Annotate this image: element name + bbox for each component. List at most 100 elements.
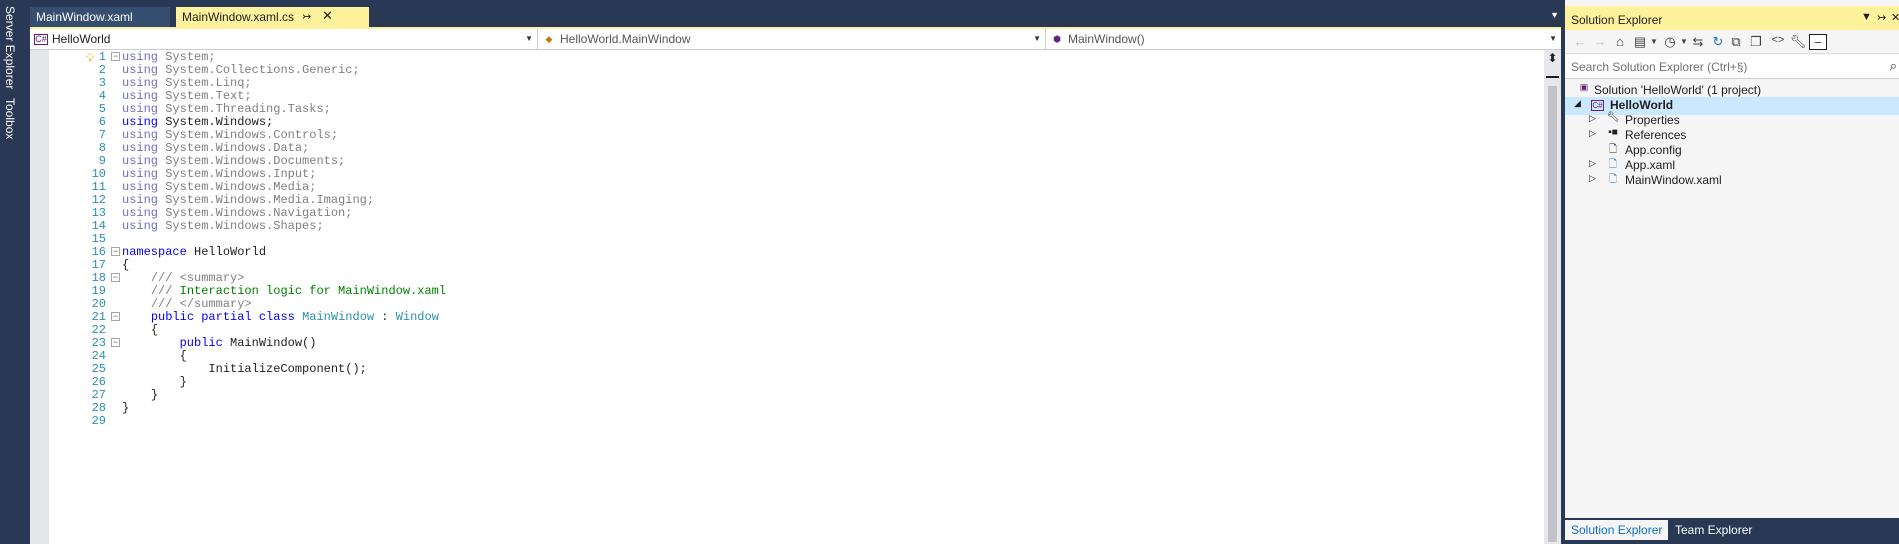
tree-item-label: App.config bbox=[1625, 143, 1682, 157]
solution-explorer-titlebar: Solution Explorer ▼ ↣ ✕ bbox=[1565, 6, 1899, 30]
csharp-project-icon: C# bbox=[34, 34, 48, 46]
line-number: 15 bbox=[91, 232, 106, 246]
tree-item-label: References bbox=[1625, 128, 1687, 142]
collapse-all-icon[interactable]: ⧉ bbox=[1727, 34, 1745, 50]
vertical-scrollbar[interactable]: ⬍ bbox=[1544, 50, 1561, 544]
tree-item-label: Properties bbox=[1625, 113, 1680, 127]
collapse-icon[interactable]: − bbox=[111, 247, 120, 256]
csharp-project-icon: C# bbox=[1591, 100, 1604, 111]
line-number: 13 bbox=[91, 206, 106, 220]
pin-icon[interactable]: ↣ bbox=[1877, 11, 1886, 24]
tab-label: MainWindow.xaml.cs bbox=[182, 10, 295, 24]
member-dropdown-value: MainWindow() bbox=[1068, 32, 1145, 46]
close-icon[interactable]: ✕ bbox=[1891, 11, 1899, 24]
back-icon[interactable]: ← bbox=[1571, 34, 1589, 50]
project-dropdown[interactable]: C# HelloWorld ▼ bbox=[30, 29, 538, 49]
refresh-icon[interactable]: ↻ bbox=[1709, 34, 1727, 50]
scrollbar-thumb[interactable] bbox=[1548, 86, 1557, 542]
tree-item-label: HelloWorld bbox=[1610, 98, 1674, 112]
collapsed-arrow-icon[interactable]: ▷ bbox=[1589, 113, 1599, 124]
references-icon: ▪■ bbox=[1608, 127, 1618, 138]
solution-icon: ▣ bbox=[1579, 82, 1589, 92]
navigation-bar: C# HelloWorld ▼ ◆ HelloWorld.MainWindow ▼ … bbox=[30, 29, 1561, 50]
member-dropdown[interactable]: ⬢ MainWindow() ▼ bbox=[1046, 29, 1561, 49]
tree-item-label: Solution 'HelloWorld' (1 project) bbox=[1594, 83, 1762, 97]
forward-icon[interactable]: → bbox=[1591, 34, 1609, 50]
view-code-icon[interactable]: <> bbox=[1769, 34, 1787, 50]
properties-wrench-icon[interactable]: 🔧︎ bbox=[1789, 34, 1807, 50]
line-number: 9 bbox=[98, 154, 106, 168]
line-number: 8 bbox=[98, 141, 106, 155]
solution-explorer-panel: Solution Explorer ▼ ↣ ✕ ← → ⌂ ▤ ▼ ◷ ▼ ⇆ … bbox=[1561, 0, 1899, 544]
tab-solution-explorer[interactable]: Solution Explorer bbox=[1565, 520, 1669, 540]
code-editor: MainWindow.xaml MainWindow.xaml.cs ↣ ✕ ▼… bbox=[30, 0, 1561, 544]
line-number: 20 bbox=[91, 297, 106, 311]
solution-explorer-search[interactable]: Search Solution Explorer (Ctrl+§) ⌕ bbox=[1565, 55, 1899, 79]
tab-label: MainWindow.xaml bbox=[36, 10, 133, 24]
line-number: 23 bbox=[91, 336, 106, 350]
server-explorer-tab[interactable]: Server Explorer bbox=[3, 6, 17, 89]
line-number: 10 bbox=[91, 167, 106, 181]
type-dropdown-value: HelloWorld.MainWindow bbox=[560, 32, 691, 46]
search-placeholder: Search Solution Explorer (Ctrl+§) bbox=[1571, 60, 1748, 74]
line-number: 2 bbox=[98, 63, 106, 77]
collapse-icon[interactable]: − bbox=[111, 312, 120, 321]
split-window-icon[interactable]: ⬍ bbox=[1546, 52, 1559, 65]
line-number: 12 bbox=[91, 193, 106, 207]
line-number: 18 bbox=[91, 271, 106, 285]
search-icon[interactable]: ⌕ bbox=[1890, 58, 1897, 74]
code-line: 29 bbox=[30, 414, 1530, 430]
line-number: 21 bbox=[91, 310, 106, 324]
project-dropdown-value: HelloWorld bbox=[52, 32, 111, 46]
line-number: 27 bbox=[91, 388, 106, 402]
line-number: 7 bbox=[98, 128, 106, 142]
class-icon: ◆ bbox=[545, 34, 553, 45]
xaml-file-icon: 🗋︎ bbox=[1608, 174, 1618, 185]
pin-icon[interactable]: ↣ bbox=[302, 10, 311, 23]
line-number: 28 bbox=[91, 401, 106, 415]
expanded-arrow-icon[interactable]: ◢ bbox=[1574, 98, 1584, 109]
close-icon[interactable]: ✕ bbox=[322, 8, 333, 24]
line-number: 24 bbox=[91, 349, 106, 363]
document-tab-bar: MainWindow.xaml MainWindow.xaml.cs ↣ ✕ ▼ bbox=[30, 0, 1561, 27]
line-number: 11 bbox=[91, 180, 106, 194]
home-icon[interactable]: ⌂ bbox=[1611, 34, 1629, 50]
method-icon: ⬢ bbox=[1053, 34, 1061, 45]
tab-overflow-dropdown-icon[interactable]: ▼ bbox=[1550, 10, 1559, 20]
chevron-down-icon: ▼ bbox=[1549, 34, 1557, 43]
collapsed-arrow-icon[interactable]: ▷ bbox=[1589, 173, 1599, 184]
chevron-down-icon: ▼ bbox=[1033, 34, 1041, 43]
line-number: 29 bbox=[91, 414, 106, 428]
line-number: 26 bbox=[91, 375, 106, 389]
sync-with-active-document-icon[interactable]: ⇆ bbox=[1689, 34, 1707, 50]
tab-team-explorer[interactable]: Team Explorer bbox=[1669, 520, 1758, 540]
line-number: 19 bbox=[91, 284, 106, 298]
collapsed-arrow-icon[interactable]: ▷ bbox=[1589, 128, 1599, 139]
solution-explorer-toolbar: ← → ⌂ ▤ ▼ ◷ ▼ ⇆ ↻ ⧉ ❐ <> 🔧︎ − bbox=[1565, 30, 1899, 54]
line-number: 5 bbox=[98, 102, 106, 116]
config-file-icon: 🗋︎ bbox=[1608, 144, 1618, 155]
line-number: 22 bbox=[91, 323, 106, 337]
tab-mainwindow-xaml-cs[interactable]: MainWindow.xaml.cs ↣ ✕ bbox=[176, 7, 369, 27]
toolbox-tab[interactable]: Toolbox bbox=[3, 98, 17, 139]
xaml-file-icon: 🗋︎ bbox=[1608, 159, 1618, 170]
caret-position-marker bbox=[1546, 76, 1559, 78]
tree-item-mainwindow-xaml[interactable]: ▷ 🗋︎ MainWindow.xaml bbox=[1565, 172, 1899, 190]
collapsed-arrow-icon[interactable]: ▷ bbox=[1589, 158, 1599, 169]
show-all-files-icon[interactable]: ❐ bbox=[1747, 34, 1765, 50]
panel-title: Solution Explorer bbox=[1571, 13, 1663, 27]
tab-mainwindow-xaml[interactable]: MainWindow.xaml bbox=[30, 7, 170, 27]
line-number: 14 bbox=[91, 219, 106, 233]
line-number: 3 bbox=[98, 76, 106, 90]
chevron-down-icon[interactable]: ▼ bbox=[1861, 11, 1872, 23]
preview-selected-items-icon[interactable]: − bbox=[1809, 34, 1827, 50]
collapse-icon[interactable]: − bbox=[111, 273, 120, 282]
chevron-down-icon: ▼ bbox=[525, 34, 533, 43]
visual-studio-window: Server Explorer Toolbox MainWindow.xaml … bbox=[0, 0, 1899, 544]
tree-item-label: MainWindow.xaml bbox=[1625, 173, 1722, 187]
type-dropdown[interactable]: ◆ HelloWorld.MainWindow ▼ bbox=[538, 29, 1046, 49]
tree-item-label: App.xaml bbox=[1625, 158, 1676, 172]
code-view[interactable]: 💡︎ 1− using System; 2 using System.Collect… bbox=[30, 50, 1561, 544]
collapse-icon[interactable]: − bbox=[111, 338, 120, 347]
collapse-icon[interactable]: − bbox=[111, 52, 120, 61]
